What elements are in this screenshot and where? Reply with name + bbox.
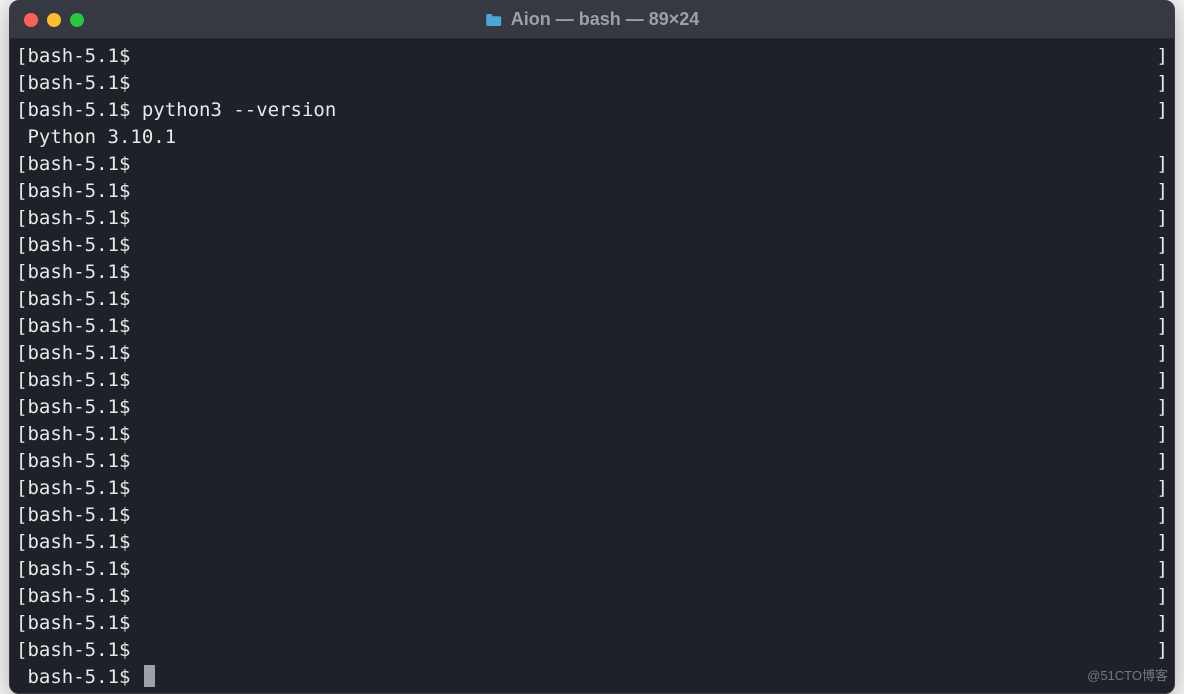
terminal-line: [bash-5.1$ ] <box>16 205 1168 232</box>
terminal-line: [bash-5.1$ ] <box>16 286 1168 313</box>
terminal-window: Aion — bash — 89×24 [bash-5.1$ ][bash-5.… <box>9 0 1175 694</box>
terminal-prompt: [bash-5.1$ <box>16 529 142 556</box>
terminal-output: Python 3.10.1 <box>16 124 176 151</box>
terminal-prompt: [bash-5.1$ <box>16 259 142 286</box>
terminal-line-end: ] <box>1157 43 1168 70</box>
terminal-prompt: [bash-5.1$ <box>16 475 142 502</box>
terminal-line-end: ] <box>1157 367 1168 394</box>
terminal-line: [bash-5.1$ ] <box>16 421 1168 448</box>
terminal-line: [bash-5.1$ ] <box>16 529 1168 556</box>
terminal-prompt: [bash-5.1$ <box>16 556 142 583</box>
title-bar[interactable]: Aion — bash — 89×24 <box>10 1 1174 39</box>
terminal-prompt: [bash-5.1$ <box>16 205 142 232</box>
terminal-line-end: ] <box>1157 448 1168 475</box>
terminal-line: [bash-5.1$ ] <box>16 394 1168 421</box>
terminal-prompt: [bash-5.1$ <box>16 178 142 205</box>
terminal-line: [bash-5.1$ ] <box>16 259 1168 286</box>
terminal-prompt: [bash-5.1$ <box>16 637 142 664</box>
terminal-line-end: ] <box>1157 97 1168 124</box>
terminal-line-end: ] <box>1157 421 1168 448</box>
terminal-prompt: [bash-5.1$ <box>16 394 142 421</box>
terminal-line: [bash-5.1$ python3 --version] <box>16 97 1168 124</box>
terminal-prompt: [bash-5.1$ <box>16 313 142 340</box>
terminal-cursor[interactable] <box>144 665 155 687</box>
terminal-prompt: [bash-5.1$ <box>16 448 142 475</box>
terminal-line-end: ] <box>1157 151 1168 178</box>
terminal-line: [bash-5.1$ ] <box>16 448 1168 475</box>
terminal-prompt: [bash-5.1$ <box>16 367 142 394</box>
terminal-prompt: [bash-5.1$ <box>16 70 142 97</box>
terminal-line-end: ] <box>1157 259 1168 286</box>
terminal-line: [bash-5.1$ ] <box>16 43 1168 70</box>
terminal-prompt: bash-5.1$ <box>16 664 155 691</box>
terminal-line: [bash-5.1$ ] <box>16 475 1168 502</box>
terminal-line-end: ] <box>1157 637 1168 664</box>
terminal-prompt: [bash-5.1$ <box>16 340 142 367</box>
terminal-line: [bash-5.1$ ] <box>16 313 1168 340</box>
terminal-line: Python 3.10.1 <box>16 124 1168 151</box>
terminal-prompt: [bash-5.1$ <box>16 286 142 313</box>
terminal-prompt: [bash-5.1$ <box>16 610 142 637</box>
terminal-line: [bash-5.1$ ] <box>16 583 1168 610</box>
terminal-line: [bash-5.1$ ] <box>16 340 1168 367</box>
terminal-line-end: ] <box>1157 232 1168 259</box>
terminal-line: [bash-5.1$ ] <box>16 367 1168 394</box>
terminal-line: [bash-5.1$ ] <box>16 232 1168 259</box>
terminal-line-end: ] <box>1157 340 1168 367</box>
traffic-lights <box>24 13 84 27</box>
terminal-command: [bash-5.1$ python3 --version <box>16 97 336 124</box>
terminal-prompt: [bash-5.1$ <box>16 502 142 529</box>
terminal-line: bash-5.1$ <box>16 664 1168 691</box>
folder-icon <box>485 12 503 28</box>
terminal-line-end: ] <box>1157 529 1168 556</box>
terminal-line-end: ] <box>1157 394 1168 421</box>
terminal-prompt: [bash-5.1$ <box>16 583 142 610</box>
terminal-line-end: ] <box>1157 475 1168 502</box>
terminal-line-end: ] <box>1157 70 1168 97</box>
maximize-button[interactable] <box>70 13 84 27</box>
terminal-prompt: [bash-5.1$ <box>16 43 142 70</box>
terminal-body[interactable]: [bash-5.1$ ][bash-5.1$ ][bash-5.1$ pytho… <box>10 39 1174 693</box>
window-title: Aion — bash — 89×24 <box>511 9 700 30</box>
terminal-prompt: [bash-5.1$ <box>16 421 142 448</box>
terminal-line-end: ] <box>1157 313 1168 340</box>
terminal-line: [bash-5.1$ ] <box>16 637 1168 664</box>
terminal-line-end: ] <box>1157 556 1168 583</box>
terminal-line: [bash-5.1$ ] <box>16 610 1168 637</box>
terminal-line-end: ] <box>1157 286 1168 313</box>
close-button[interactable] <box>24 13 38 27</box>
terminal-line-end: ] <box>1157 502 1168 529</box>
terminal-line-end: ] <box>1157 583 1168 610</box>
minimize-button[interactable] <box>47 13 61 27</box>
terminal-line: [bash-5.1$ ] <box>16 556 1168 583</box>
terminal-line: [bash-5.1$ ] <box>16 502 1168 529</box>
terminal-prompt: [bash-5.1$ <box>16 151 142 178</box>
terminal-prompt: [bash-5.1$ <box>16 232 142 259</box>
terminal-line: [bash-5.1$ ] <box>16 178 1168 205</box>
terminal-line-end: ] <box>1157 205 1168 232</box>
terminal-line: [bash-5.1$ ] <box>16 151 1168 178</box>
terminal-line: [bash-5.1$ ] <box>16 70 1168 97</box>
terminal-line-end: ] <box>1157 178 1168 205</box>
window-title-group: Aion — bash — 89×24 <box>485 9 700 30</box>
terminal-line-end: ] <box>1157 610 1168 637</box>
